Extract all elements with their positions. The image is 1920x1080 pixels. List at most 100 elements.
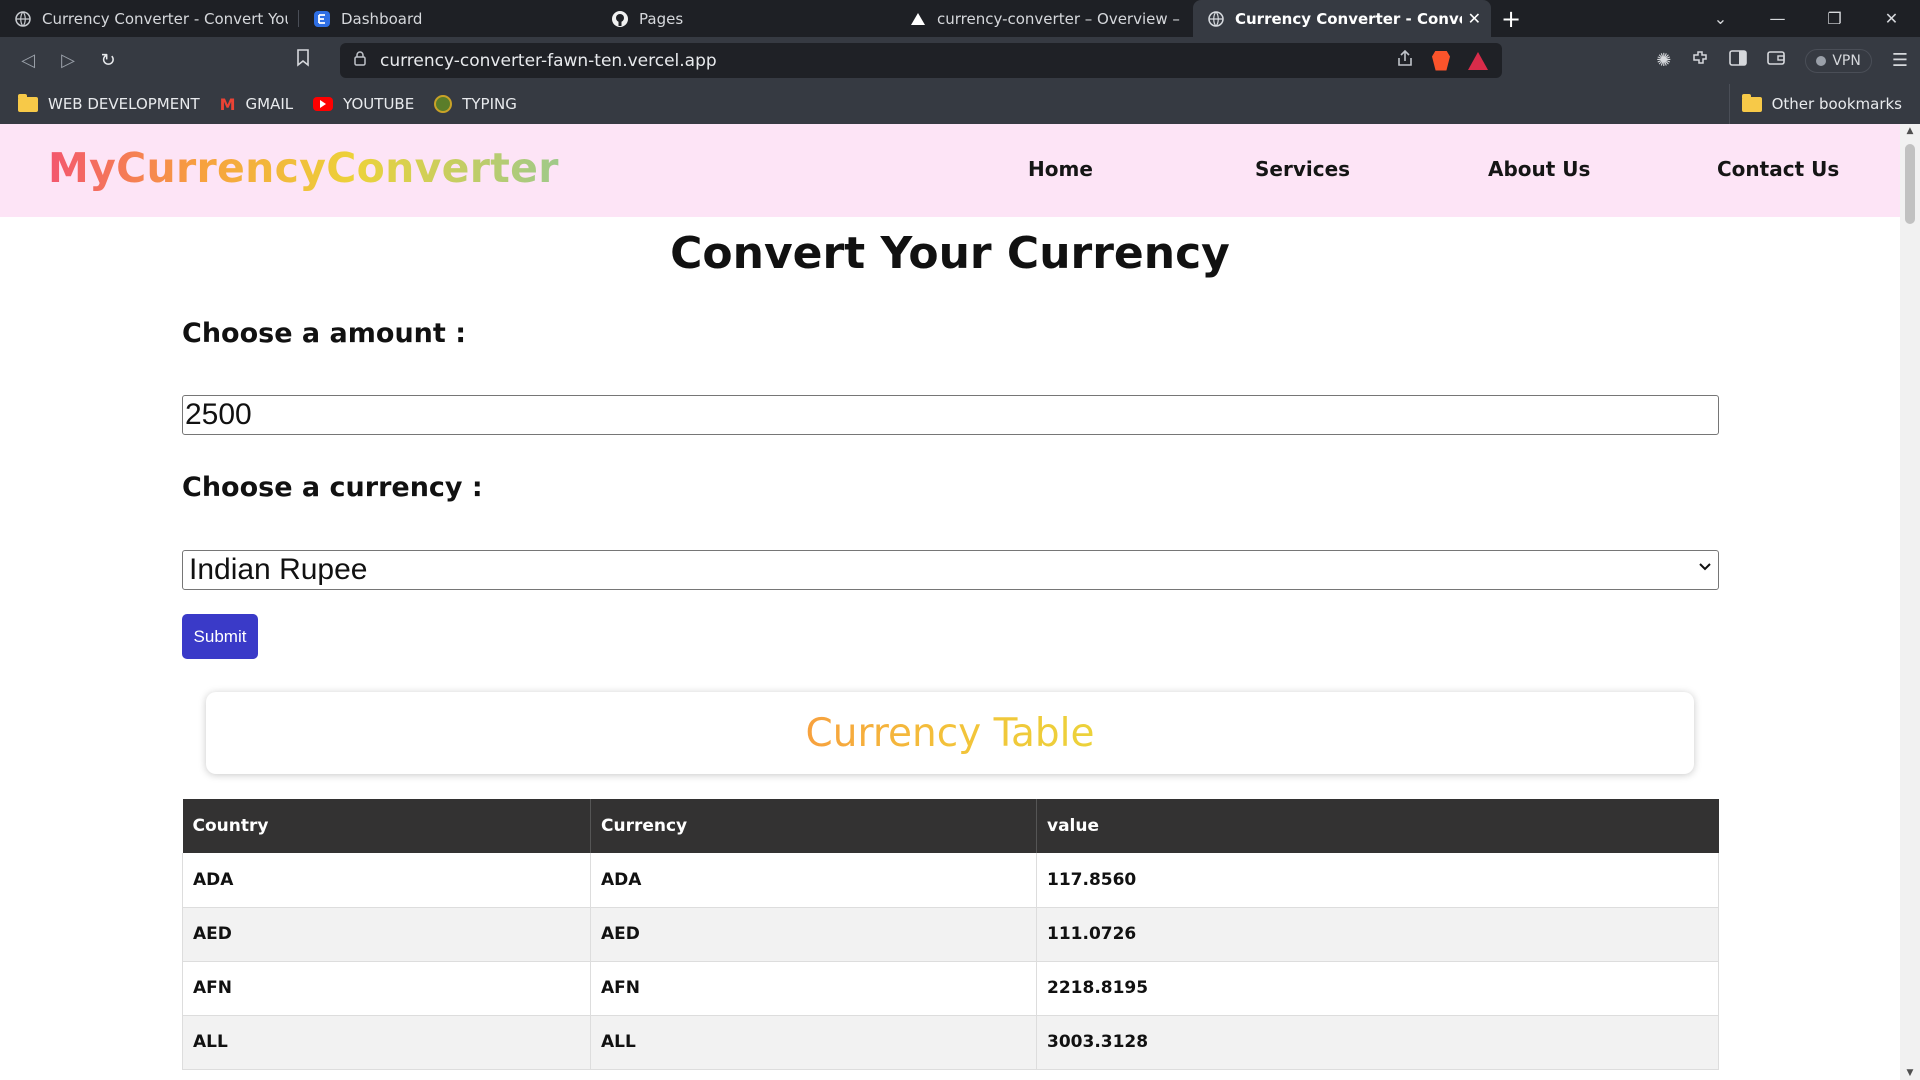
- site-logo[interactable]: MyCurrencyConverter: [48, 144, 559, 192]
- cell-country: AED: [182, 907, 591, 962]
- url-text: currency-converter-fawn-ten.vercel.app: [380, 50, 717, 71]
- browser-toolbar: ◁ ▷ ↻ currency-converter-fawn-ten.vercel…: [0, 37, 1920, 84]
- menu-icon[interactable]: ☰: [1892, 50, 1908, 71]
- new-tab-button[interactable]: +: [1491, 0, 1531, 37]
- site-navbar: MyCurrencyConverter Home Services About …: [0, 124, 1900, 217]
- header-currency[interactable]: Currency: [590, 799, 1037, 853]
- folder-icon: [18, 93, 38, 112]
- restore-icon[interactable]: ❐: [1806, 9, 1863, 28]
- brave-shields-icon[interactable]: [1432, 50, 1450, 71]
- submit-button[interactable]: Submit: [182, 614, 258, 659]
- folder-icon: [1741, 93, 1762, 112]
- table-header-row: Country Currency value: [182, 799, 1719, 853]
- page-title: Convert Your Currency: [670, 228, 1230, 279]
- tab-search-chevron-icon[interactable]: ⌄: [1692, 9, 1749, 28]
- extensions-icon[interactable]: [1691, 49, 1709, 72]
- cell-value: 117.8560: [1036, 853, 1719, 908]
- address-bar[interactable]: currency-converter-fawn-ten.vercel.app: [340, 43, 1502, 78]
- window-controls: ⌄ — ❐ ✕: [1692, 0, 1920, 37]
- currency-select[interactable]: Indian Rupee: [182, 550, 1719, 590]
- bookmark-youtube[interactable]: YOUTUBE: [313, 95, 414, 113]
- share-icon[interactable]: [1396, 49, 1414, 72]
- tab-pages[interactable]: Pages: [597, 0, 895, 37]
- cell-currency: AED: [590, 907, 1037, 962]
- web-page: MyCurrencyConverter Home Services About …: [0, 124, 1900, 1080]
- bookmark-web-development[interactable]: WEB DEVELOPMENT: [18, 93, 200, 113]
- minimize-icon[interactable]: —: [1749, 9, 1806, 28]
- currency-label: Choose a currency :: [182, 472, 483, 503]
- tab-currency-converter-active[interactable]: Currency Converter - Convert Your Curren…: [1193, 0, 1491, 37]
- close-window-icon[interactable]: ✕: [1863, 9, 1920, 28]
- tab-title: Pages: [639, 9, 684, 28]
- tab-dashboard[interactable]: Dashboard: [299, 0, 597, 37]
- bookmark-label: GMAIL: [245, 95, 294, 113]
- back-icon[interactable]: ◁: [8, 50, 48, 71]
- table-row: ADA ADA 117.8560: [182, 853, 1719, 908]
- scroll-up-icon[interactable]: ▲: [1900, 126, 1920, 136]
- nav-services[interactable]: Services: [1255, 157, 1350, 181]
- cell-value: 111.0726: [1036, 907, 1719, 962]
- currency-table-card: Currency Table: [206, 692, 1694, 774]
- header-country[interactable]: Country: [182, 799, 591, 853]
- page-scrollbar[interactable]: ▲ ▼: [1900, 124, 1920, 1080]
- youtube-icon: [313, 97, 334, 111]
- cell-currency: ADA: [590, 853, 1037, 908]
- scroll-down-icon[interactable]: ▼: [1900, 1068, 1920, 1078]
- gmail-icon: M: [219, 94, 236, 114]
- cell-value: 2218.8195: [1036, 961, 1719, 1016]
- lock-icon[interactable]: [354, 51, 366, 70]
- tab-vercel[interactable]: currency-converter – Overview – Vercel: [895, 0, 1193, 37]
- scrollbar-thumb[interactable]: [1905, 144, 1915, 224]
- cell-country: AFN: [182, 961, 591, 1016]
- bookmark-label: YOUTUBE: [343, 95, 415, 113]
- amount-label: Choose a amount :: [182, 318, 466, 349]
- vpn-status-icon: [1816, 55, 1827, 66]
- currency-table-title: Currency Table: [805, 710, 1095, 756]
- dashboard-icon: [313, 10, 331, 28]
- brave-rewards-icon[interactable]: [1468, 51, 1488, 70]
- bookmark-label: TYPING: [462, 95, 517, 113]
- nav-contact-us[interactable]: Contact Us: [1717, 157, 1839, 181]
- cell-currency: ALL: [590, 1015, 1037, 1070]
- tab-currency-converter-1[interactable]: Currency Converter - Convert Your Curren…: [0, 0, 298, 37]
- table-row: ALL ALL 3003.3128: [182, 1015, 1719, 1070]
- typing-icon: [434, 95, 453, 113]
- globe-icon: [1207, 10, 1225, 28]
- globe-icon: [14, 10, 32, 28]
- vpn-label: VPN: [1832, 52, 1861, 69]
- sidebar-icon[interactable]: [1729, 50, 1748, 71]
- browser-tab-bar: Currency Converter - Convert Your Curren…: [0, 0, 1920, 37]
- other-bookmarks-label: Other bookmarks: [1771, 95, 1902, 113]
- cell-country: ADA: [182, 853, 591, 908]
- bookmark-label: WEB DEVELOPMENT: [48, 95, 200, 113]
- leo-ai-icon[interactable]: ✺: [1656, 50, 1671, 71]
- amount-input[interactable]: [182, 395, 1719, 435]
- cell-country: ALL: [182, 1015, 591, 1070]
- forward-icon[interactable]: ▷: [48, 50, 88, 71]
- vpn-button[interactable]: VPN: [1805, 48, 1872, 73]
- header-value[interactable]: value: [1036, 799, 1719, 853]
- reload-icon[interactable]: ↻: [88, 50, 128, 71]
- currency-table: Country Currency value ADA ADA 117.8560 …: [182, 799, 1719, 1070]
- tab-title: currency-converter – Overview – Vercel: [937, 9, 1183, 28]
- chevron-down-icon: [1698, 559, 1712, 577]
- close-tab-icon[interactable]: ✕: [1468, 9, 1481, 28]
- tab-title: Dashboard: [341, 9, 423, 28]
- wallet-icon[interactable]: [1767, 50, 1786, 71]
- currency-selected-value: Indian Rupee: [189, 553, 368, 586]
- nav-home[interactable]: Home: [1028, 157, 1093, 181]
- vercel-icon: [909, 10, 927, 28]
- other-bookmarks[interactable]: Other bookmarks: [1728, 84, 1902, 124]
- table-row: AFN AFN 2218.8195: [182, 961, 1719, 1016]
- table-row: AED AED 111.0726: [182, 907, 1719, 962]
- bookmark-gmail[interactable]: M GMAIL: [220, 95, 294, 114]
- cell-value: 3003.3128: [1036, 1015, 1719, 1070]
- github-icon: [611, 10, 629, 28]
- bookmarks-bar: WEB DEVELOPMENT M GMAIL YOUTUBE TYPING O…: [0, 84, 1920, 124]
- bookmark-typing[interactable]: TYPING: [434, 95, 517, 113]
- tab-title: Currency Converter - Convert Your Curren…: [42, 9, 288, 28]
- cell-currency: AFN: [590, 961, 1037, 1016]
- bookmark-page-icon[interactable]: [288, 49, 318, 72]
- tab-title: Currency Converter - Convert Your Curren…: [1235, 9, 1462, 28]
- nav-about-us[interactable]: About Us: [1488, 157, 1590, 181]
